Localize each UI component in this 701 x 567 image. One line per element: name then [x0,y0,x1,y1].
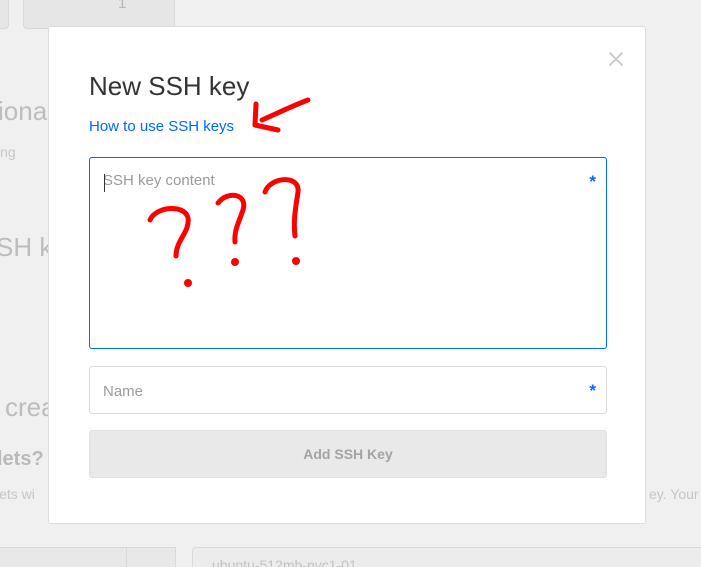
add-ssh-key-button[interactable]: Add SSH Key [89,430,607,478]
close-icon[interactable] [606,49,626,69]
background-heading: ional [0,96,53,126]
new-ssh-key-modal: New SSH key How to use SSH keys * * Add … [48,26,646,524]
background-tab-left [0,0,9,29]
ssh-key-name-field[interactable]: * [89,366,607,414]
background-tab: 1 [23,0,175,29]
background-bold-text: lets? [0,448,44,470]
background-droplet-name: ubuntu-512mb-nyc1-01 [212,557,357,567]
background-divider [126,548,127,567]
required-marker: * [589,381,596,400]
background-tab-number: 1 [118,0,127,12]
background-select-box [0,547,176,567]
how-to-use-ssh-keys-link[interactable]: How to use SSH keys [89,118,234,135]
background-text-line: lets wi [0,486,35,502]
ssh-key-name-input[interactable] [103,381,573,401]
required-marker: * [589,172,596,191]
close-button[interactable] [606,49,626,69]
ssh-key-content-field[interactable]: * [89,157,607,349]
modal-title: New SSH key [89,71,250,101]
background-text-line: ey. Your [649,486,699,502]
ssh-key-content-input[interactable] [103,172,573,332]
text-caret [104,174,105,192]
background-subtext: ing [0,144,16,160]
